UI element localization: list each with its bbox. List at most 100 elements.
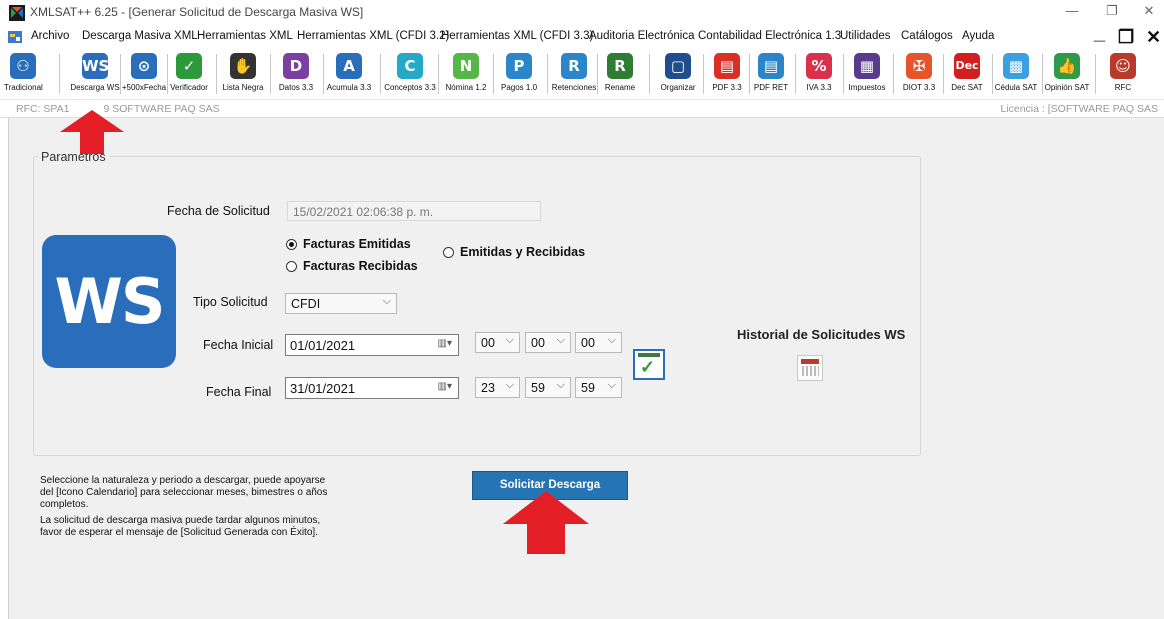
toolbar-button-lista-negra[interactable]: ✋ Lista Negra: [215, 50, 271, 98]
grid-icon: ⚇: [10, 53, 36, 79]
toolbar-button-rename[interactable]: R Rename: [599, 50, 641, 98]
nomina-icon: N: [453, 53, 479, 79]
mdi-restore-icon[interactable]: ❐: [1118, 27, 1134, 48]
calendar-check-icon[interactable]: ✓: [633, 349, 665, 380]
fecha-solicitud-label: Fecha de Solicitud: [167, 204, 270, 218]
toolbar-button-datos-3-3[interactable]: D Datos 3.3: [278, 50, 314, 98]
toolbar-label: RFC: [1114, 83, 1132, 92]
toolbar-button-c-dula-sat[interactable]: ▩ Cédula SAT: [991, 50, 1041, 98]
title-bar: XMLSAT++ 6.25 - [Generar Solicitud de De…: [0, 0, 1164, 26]
segundo-final-select[interactable]: 59 ⌵: [575, 377, 622, 398]
tipo-solicitud-value: CFDI: [291, 297, 321, 311]
toolbar-button-acumula-3-3[interactable]: A Acumula 3.3: [324, 50, 374, 98]
fecha-inicial-value: 01/01/2021: [290, 338, 356, 353]
toolbar-separator: [943, 54, 944, 94]
radio-facturas-recibidas[interactable]: Facturas Recibidas: [286, 259, 418, 273]
toolbar-separator: [269, 54, 271, 94]
toolbar-label: Impuestos: [848, 83, 886, 92]
restore-icon[interactable]: ❐: [1100, 3, 1124, 19]
folder-icon: ▢: [665, 53, 691, 79]
tipo-solicitud-select[interactable]: CFDI ⌵: [285, 293, 397, 314]
toolbar-button-tradicional[interactable]: ⚇ Tradicional: [4, 50, 43, 98]
toolbar-label: Descarga WS: [70, 83, 120, 92]
radio-ambas-label: Emitidas y Recibidas: [460, 245, 586, 259]
toolbar-button-pagos-1-0[interactable]: P Pagos 1.0: [495, 50, 543, 98]
menu-herramientas-xml[interactable]: Herramientas XML: [197, 30, 293, 42]
tipo-solicitud-label: Tipo Solicitud: [193, 295, 268, 309]
check-icon: ✓: [176, 53, 202, 79]
radio-emitidas-y-recibidas[interactable]: Emitidas y Recibidas: [443, 245, 585, 259]
menu-utilidades[interactable]: Utilidades: [840, 30, 891, 42]
historial-calendar-icon[interactable]: [797, 355, 823, 381]
help-line-1: Seleccione la naturaleza y periodo a des…: [40, 475, 326, 486]
historial-label: Historial de Solicitudes WS: [737, 327, 906, 342]
toolbar-label: Datos 3.3: [278, 83, 314, 92]
menu-descarga-masiva[interactable]: Descarga Masiva XML: [82, 30, 198, 42]
toolbar-label: Acumula 3.3: [326, 83, 372, 92]
toolbar-button-n-mina-1-2[interactable]: N Nómina 1.2: [440, 50, 492, 98]
fecha-final-value: 31/01/2021: [290, 381, 356, 396]
toolbar-button-pdf-3-3[interactable]: ▤ PDF 3.3: [704, 50, 750, 98]
toolbar-separator: [649, 54, 650, 94]
fecha-inicial-label: Fecha Inicial: [203, 338, 274, 352]
mdi-close-icon[interactable]: ✕: [1146, 27, 1161, 48]
mdi-minimize-icon[interactable]: _: [1094, 22, 1105, 45]
license-text: Licencia : [SOFTWARE PAQ SAS: [1000, 103, 1158, 115]
toolbar-button-pdf-ret[interactable]: ▤ PDF RET: [750, 50, 792, 98]
fecha-final-label: Fecha Final: [206, 385, 272, 399]
menu-catalogos[interactable]: Catálogos: [901, 30, 953, 42]
menu-herramientas-cfdi32[interactable]: Herramientas XML (CFDI 3.2): [297, 30, 449, 42]
menu-archivo[interactable]: Archivo: [31, 30, 69, 42]
toolbar-label: Dec SAT: [951, 83, 983, 92]
radio-selected-indicator: [286, 238, 297, 250]
toolbar-separator: [795, 54, 796, 94]
toolbar-button-opini-n-sat[interactable]: 👍 Opinión SAT: [1040, 50, 1094, 98]
status-row: RFC: SPA1 9 SOFTWARE PAQ SAS Licencia : […: [0, 100, 1164, 118]
toolbar-button-dec-sat[interactable]: Dec Dec SAT: [945, 50, 989, 98]
menu-herramientas-cfdi33[interactable]: Herramientas XML (CFDI 3.3): [441, 30, 593, 42]
hora-final-select[interactable]: 23 ⌵: [475, 377, 520, 398]
chevron-down-icon: ⌵: [382, 295, 391, 307]
toolbar-button-rfc[interactable]: ☺ RFC: [1105, 50, 1141, 98]
hora-inicial-value: 00: [481, 336, 495, 350]
toolbar-button-impuestos[interactable]: ▦ Impuestos: [840, 50, 894, 98]
chevron-down-icon: ⌵: [556, 334, 565, 346]
toolbar-label: Tradicional: [4, 83, 43, 92]
pagos-icon: P: [506, 53, 532, 79]
conceptos-icon: C: [397, 53, 423, 79]
hora-inicial-select[interactable]: 00 ⌵: [475, 332, 520, 353]
handshake-icon: ✠: [906, 53, 932, 79]
calendar-dropdown-icon[interactable]: ▥▾: [438, 381, 452, 392]
toolbar-button--500xfecha[interactable]: ⊙ +500xFecha: [121, 50, 167, 98]
minuto-final-value: 59: [531, 381, 545, 395]
minuto-final-select[interactable]: 59 ⌵: [525, 377, 571, 398]
toolbar-button-organizar[interactable]: ▢ Organizar: [654, 50, 702, 98]
fecha-inicial-picker[interactable]: 01/01/2021 ▥▾: [285, 334, 459, 356]
minimize-icon[interactable]: —: [1060, 3, 1084, 18]
qr-icon: ▩: [1003, 53, 1029, 79]
help-line-4: La solicitud de descarga masiva puede ta…: [40, 515, 321, 526]
toolbar-button-diot-3-3[interactable]: ✠ DIOT 3.3: [894, 50, 944, 98]
mdi-window-icon[interactable]: [8, 31, 22, 43]
help-line-3: completos.: [40, 499, 89, 510]
radio-facturas-emitidas[interactable]: Facturas Emitidas: [286, 237, 411, 251]
menu-auditoria[interactable]: Auditoria Electrónica: [589, 30, 694, 42]
fecha-final-picker[interactable]: 31/01/2021 ▥▾: [285, 377, 459, 399]
toolbar-button-descarga-ws[interactable]: WS Descarga WS: [65, 50, 125, 98]
close-icon[interactable]: ✕: [1137, 3, 1161, 19]
segundo-inicial-select[interactable]: 00 ⌵: [575, 332, 622, 353]
toolbar-label: Verificador: [170, 83, 208, 92]
hora-final-value: 23: [481, 381, 495, 395]
pdf-icon: ▤: [714, 53, 740, 79]
toolbar-button-retenciones[interactable]: R Retenciones: [550, 50, 598, 98]
minuto-inicial-select[interactable]: 00 ⌵: [525, 332, 571, 353]
menu-contabilidad[interactable]: Contabilidad Electrónica 1.3: [698, 30, 841, 42]
toolbar-button-iva-3-3[interactable]: % IVA 3.3: [797, 50, 841, 98]
datos-icon: D: [283, 53, 309, 79]
calendar-dropdown-icon[interactable]: ▥▾: [438, 338, 452, 349]
cloud-icon: ⊙: [131, 53, 157, 79]
toolbar-button-verificador[interactable]: ✓ Verificador: [167, 50, 211, 98]
toolbar-button-conceptos-3-3[interactable]: C Conceptos 3.3: [381, 50, 439, 98]
menu-ayuda[interactable]: Ayuda: [962, 30, 994, 42]
radio-indicator: [286, 260, 297, 272]
